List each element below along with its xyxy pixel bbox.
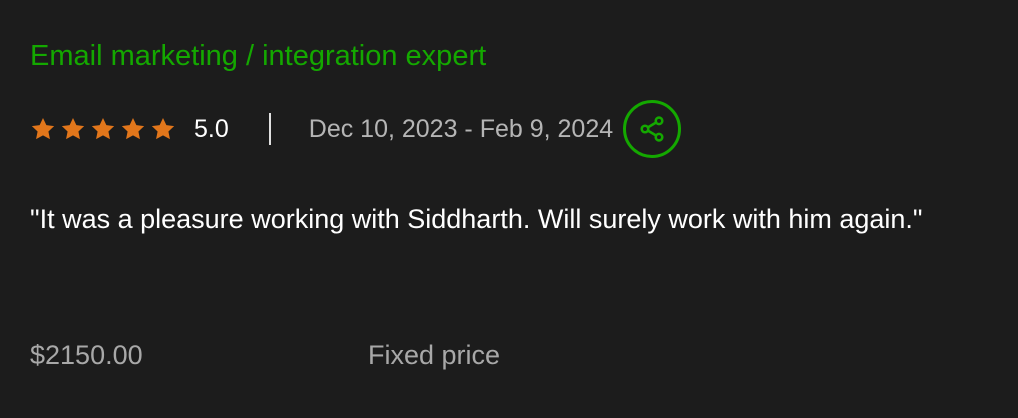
price-type: Fixed price: [368, 340, 501, 370]
divider: [268, 113, 271, 145]
review-card: Email marketing / integration expert 5.0…: [0, 0, 1018, 418]
star-icon: [151, 117, 175, 140]
review-feedback-text: "It was a pleasure working with Siddhart…: [30, 204, 923, 234]
date-range: Dec 10, 2023 - Feb 9, 2024: [308, 114, 614, 143]
star-icon: [121, 117, 145, 140]
star-rating: [30, 116, 176, 142]
star-icon: [91, 117, 115, 140]
job-title-link[interactable]: Email marketing / integration expert: [30, 38, 486, 74]
star-icon: [61, 117, 85, 140]
share-button[interactable]: [623, 100, 682, 158]
rating-value: 5.0: [194, 114, 229, 143]
contract-amount: $2150.00: [30, 340, 143, 370]
share-icon: [640, 116, 664, 142]
review-footer: $2150.00 Fixed price: [30, 340, 500, 371]
star-icon: [31, 117, 55, 140]
review-meta-row: 5.0 Dec 10, 2023 - Feb 9, 2024: [30, 98, 682, 160]
